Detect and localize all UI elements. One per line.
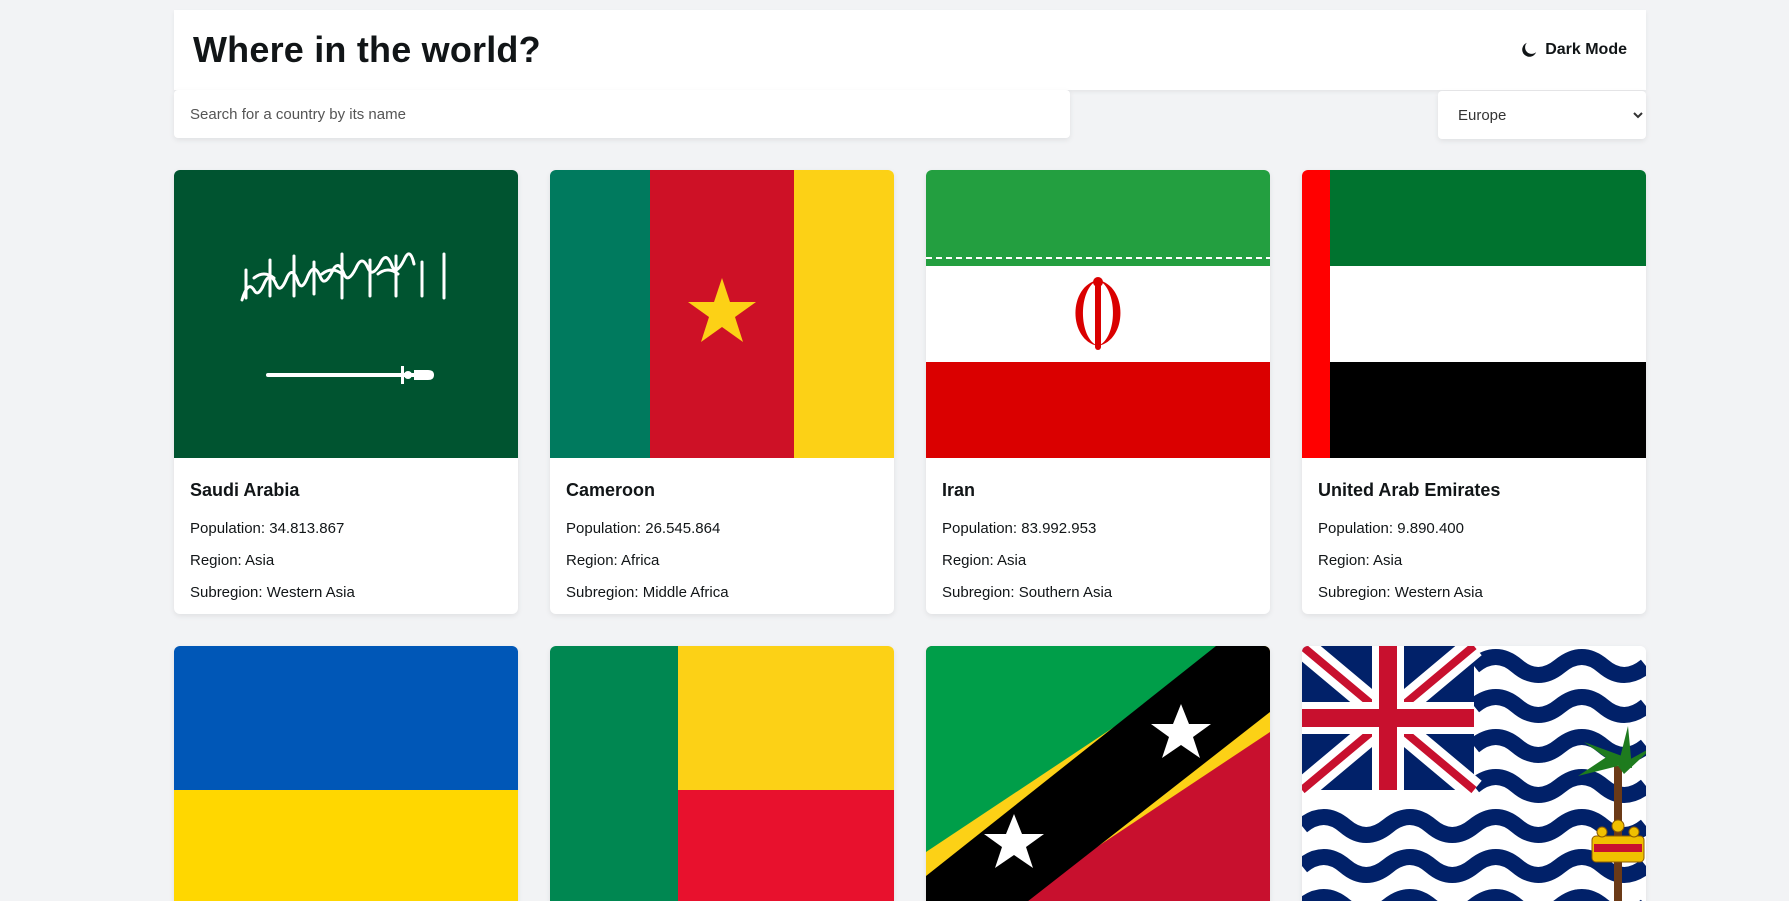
subregion-row: Subregion: Western Asia: [190, 584, 355, 601]
country-name: Iran: [942, 480, 976, 500]
flag-benin: [550, 646, 894, 901]
search-input[interactable]: [174, 90, 1070, 138]
population-row: Population: 9.890.400: [1318, 520, 1464, 537]
country-card[interactable]: Iran Population: 83.992.953 Region: Asia…: [926, 170, 1270, 614]
country-name: Cameroon: [566, 480, 656, 500]
app-header: Where in the world? Dark Mode: [174, 10, 1646, 90]
population-row: Population: 26.545.864: [566, 520, 721, 537]
country-name: United Arab Emirates: [1318, 480, 1501, 500]
flag-united-arab-emirates: [1302, 170, 1646, 458]
region-row: Region: Asia: [190, 552, 275, 569]
region-row: Region: Asia: [1318, 552, 1403, 569]
country-card[interactable]: [926, 646, 1270, 901]
flag-saint-kitts-and-nevis: [926, 646, 1270, 901]
region-filter-select[interactable]: Europe: [1438, 91, 1646, 139]
population-row: Population: 83.992.953: [942, 520, 1097, 537]
country-card[interactable]: United Arab Emirates Population: 9.890.4…: [1302, 170, 1646, 614]
country-card[interactable]: Cameroon Population: 26.545.864 Region: …: [550, 170, 894, 614]
flag-ukraine: [174, 646, 518, 901]
country-card[interactable]: [174, 646, 518, 901]
flag-british-indian-ocean-territory: [1302, 646, 1646, 901]
population-row: Population: 34.813.867: [190, 520, 345, 537]
dark-mode-label: Dark Mode: [1545, 41, 1627, 58]
flag-saudi-arabia: [174, 170, 518, 458]
country-card[interactable]: Saudi Arabia Population: 34.813.867 Regi…: [174, 170, 518, 614]
country-card[interactable]: [1302, 646, 1646, 901]
flag-iran: [926, 170, 1270, 458]
page-title: Where in the world?: [193, 29, 541, 70]
region-row: Region: Africa: [566, 552, 660, 569]
region-row: Region: Asia: [942, 552, 1027, 569]
country-card[interactable]: [550, 646, 894, 901]
subregion-row: Subregion: Southern Asia: [942, 584, 1113, 601]
subregion-row: Subregion: Western Asia: [1318, 584, 1483, 601]
moon-icon: [1522, 42, 1537, 57]
country-name: Saudi Arabia: [190, 480, 300, 500]
flag-cameroon: [550, 170, 894, 458]
country-grid: Saudi Arabia Population: 34.813.867 Regi…: [174, 170, 1646, 901]
subregion-row: Subregion: Middle Africa: [566, 584, 729, 601]
dark-mode-toggle[interactable]: Dark Mode: [1521, 41, 1627, 59]
